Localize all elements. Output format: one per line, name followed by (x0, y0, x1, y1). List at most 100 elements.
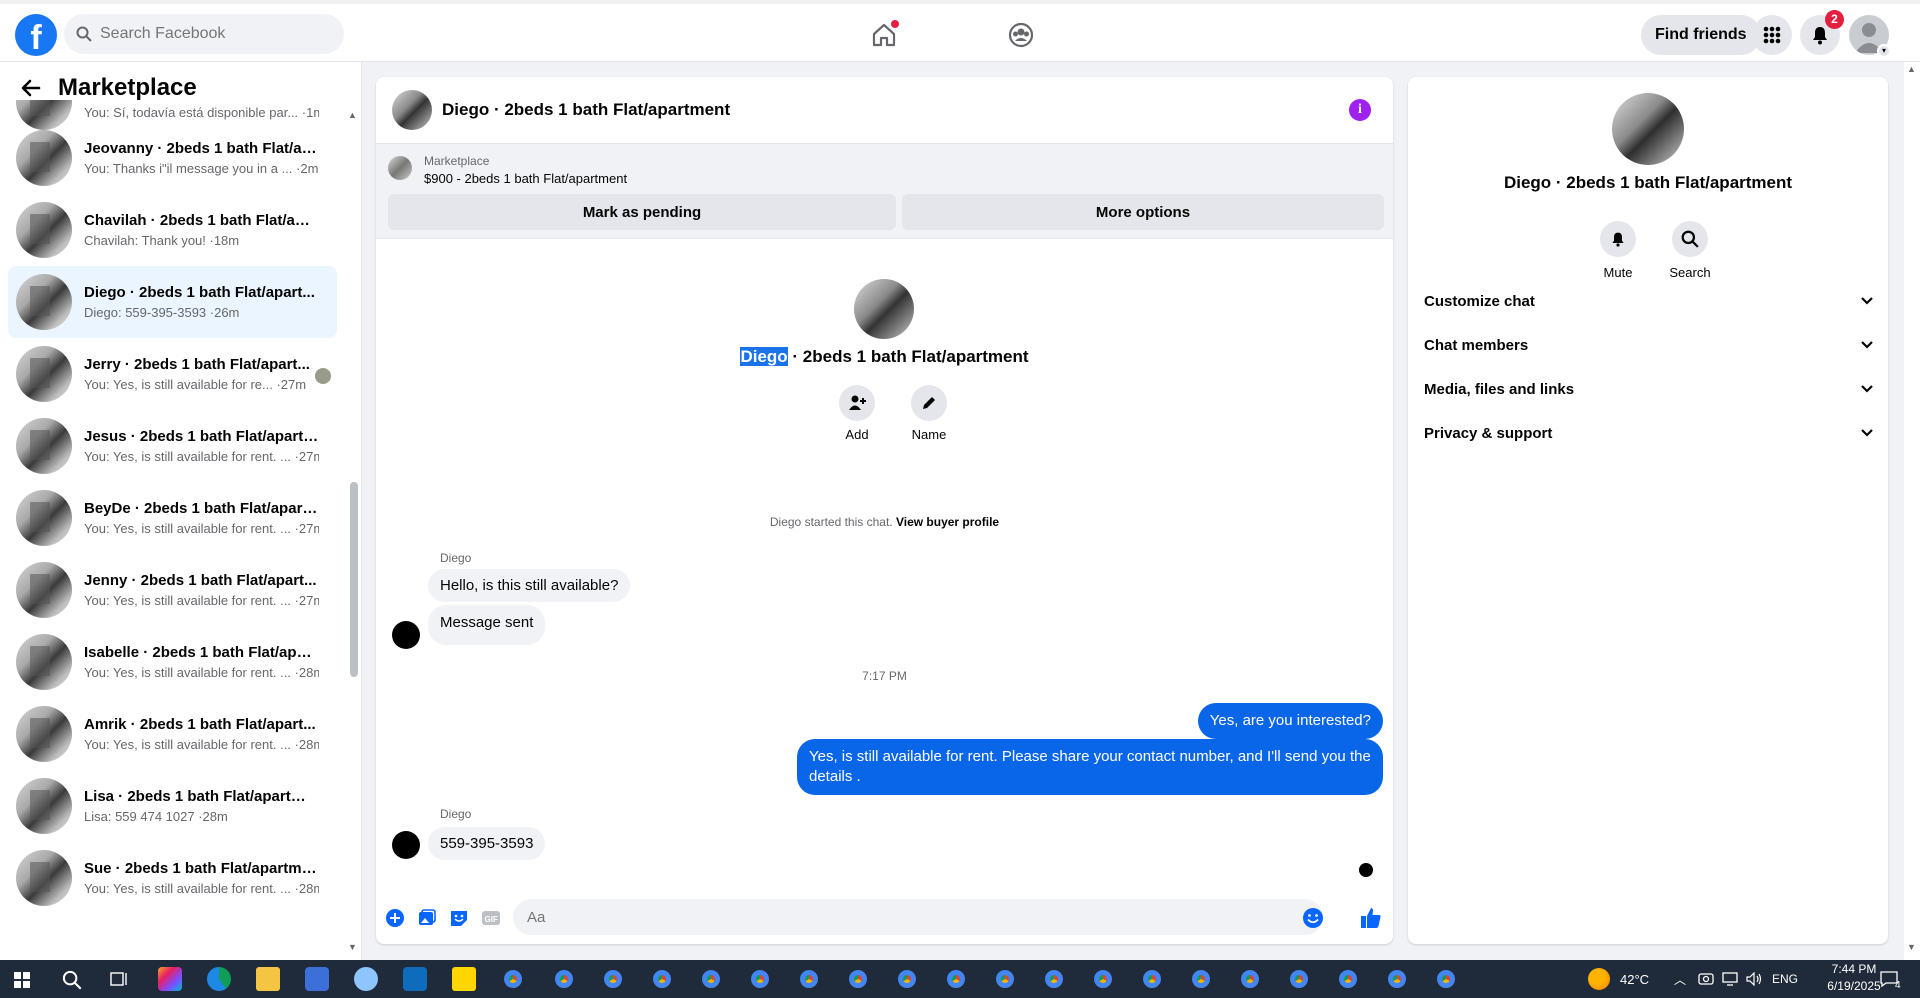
chrome-window-icon[interactable] (650, 967, 674, 991)
outgoing-message[interactable]: Yes, is still available for rent. Please… (797, 739, 1383, 795)
chrome-window-icon[interactable] (1042, 967, 1066, 991)
language-indicator[interactable]: ENG (1772, 972, 1798, 986)
mute-action[interactable]: Mute (1588, 221, 1648, 280)
scroll-up-arrow[interactable]: ▲ (1907, 64, 1916, 74)
notifications-button[interactable]: 2 (1800, 10, 1844, 55)
conversation-item[interactable]: Isabelle · 2beds 1 bath Flat/apart... You… (8, 626, 337, 698)
scroll-down-arrow[interactable]: ▼ (348, 942, 357, 952)
network-icon[interactable] (1722, 972, 1738, 986)
chrome-window-icon[interactable] (1140, 967, 1164, 991)
plus-icon[interactable] (384, 907, 406, 929)
home-icon[interactable] (867, 18, 901, 52)
mark-as-pending-button[interactable]: Mark as pending (388, 194, 896, 230)
menu-grid-button[interactable] (1752, 15, 1792, 55)
chrome-window-icon[interactable] (1385, 967, 1409, 991)
chrome-icon[interactable] (501, 967, 525, 991)
chevron-up-icon[interactable]: ︿ (1674, 971, 1686, 988)
conversation-item[interactable]: Jeovanny · 2beds 1 bath Flat/apa... You: … (8, 122, 337, 194)
view-buyer-profile-link[interactable]: View buyer profile (896, 515, 999, 529)
temperature[interactable]: 42°C (1620, 972, 1649, 987)
scroll-up-arrow[interactable]: ▲ (348, 110, 357, 120)
listing-source-label: Marketplace (424, 154, 490, 168)
conversation-item[interactable]: Diego · 2beds 1 bath Flat/apart... Diego:… (8, 266, 337, 338)
camera-icon[interactable] (1698, 972, 1714, 986)
back-arrow-icon[interactable] (20, 77, 42, 99)
incoming-message[interactable]: Hello, is this still available? (428, 569, 631, 602)
sender-avatar[interactable] (392, 621, 420, 649)
search-input[interactable] (100, 25, 320, 43)
message-input[interactable] (513, 899, 1323, 935)
emoji-icon[interactable] (1302, 907, 1324, 929)
page-scrollbar[interactable]: ▲ ▼ (1904, 62, 1920, 960)
search-in-chat-action[interactable]: Search (1660, 221, 1720, 280)
chat-header-avatar[interactable] (392, 90, 432, 130)
conversation-item[interactable]: Jerry · 2beds 1 bath Flat/apart... You: Y… (8, 338, 337, 410)
outgoing-message[interactable]: Yes, are you interested? (1197, 703, 1383, 739)
weather-app-icon[interactable] (354, 967, 378, 991)
conversation-item[interactable]: Jesus · 2beds 1 bath Flat/apartm... You: … (8, 410, 337, 482)
customize-chat-section[interactable]: Customize chat (1424, 283, 1874, 319)
seen-indicator (1359, 863, 1373, 877)
image-icon[interactable] (416, 907, 438, 929)
chrome-window-icon[interactable] (1434, 967, 1458, 991)
store-icon[interactable] (305, 967, 329, 991)
info-icon[interactable]: i (1349, 99, 1371, 121)
chrome-window-icon[interactable] (895, 967, 919, 991)
chrome-window-icon[interactable] (993, 967, 1017, 991)
chrome-window-icon[interactable] (797, 967, 821, 991)
chrome-window-icon[interactable] (1238, 967, 1262, 991)
privacy-support-section[interactable]: Privacy & support (1424, 415, 1874, 451)
file-explorer-icon[interactable] (256, 967, 280, 991)
sticky-notes-icon[interactable] (452, 967, 476, 991)
listing-thumbnail[interactable] (388, 156, 412, 180)
sender-avatar[interactable] (392, 831, 420, 859)
incoming-message[interactable]: Message sent (428, 605, 546, 645)
outlook-icon[interactable] (403, 967, 427, 991)
listing-price-title[interactable]: $900 - 2beds 1 bath Flat/apartment (424, 171, 627, 186)
chevron-down-icon[interactable]: ▾ (1877, 44, 1891, 58)
chrome-window-icon[interactable] (601, 967, 625, 991)
chrome-window-icon[interactable] (1091, 967, 1115, 991)
more-options-button[interactable]: More options (902, 194, 1384, 230)
volume-icon[interactable] (1746, 972, 1762, 986)
chrome-window-icon[interactable] (944, 967, 968, 991)
chrome-window-icon[interactable] (1287, 967, 1311, 991)
windows-start-icon[interactable] (14, 972, 30, 988)
incoming-message[interactable]: 559-395-3593 (428, 827, 546, 860)
name-chat-action[interactable]: Name (899, 385, 959, 442)
thumbs-up-icon[interactable] (1360, 907, 1382, 929)
conversation-item[interactable]: Lisa · 2beds 1 bath Flat/apartment Lisa: … (8, 770, 337, 842)
chrome-window-icon[interactable] (846, 967, 870, 991)
groups-icon[interactable] (1004, 18, 1038, 52)
chrome-window-icon[interactable] (552, 967, 576, 991)
conversation-item[interactable]: Chavilah · 2beds 1 bath Flat/apa... Chavi… (8, 194, 337, 266)
conversation-item[interactable]: BeyDe · 2beds 1 bath Flat/apart... You: Y… (8, 482, 337, 554)
search-box[interactable] (64, 14, 344, 54)
svg-text:GIF: GIF (485, 915, 498, 924)
sticker-icon[interactable] (448, 907, 470, 929)
chrome-window-icon[interactable] (1336, 967, 1360, 991)
chrome-window-icon[interactable] (748, 967, 772, 991)
chat-members-section[interactable]: Chat members (1424, 327, 1874, 363)
task-view-icon[interactable] (110, 971, 128, 987)
intro-avatar[interactable] (854, 279, 914, 339)
gif-icon[interactable]: GIF (480, 907, 502, 929)
section-label: Customize chat (1424, 292, 1535, 310)
search-icon[interactable] (62, 970, 82, 990)
facebook-logo[interactable]: f (15, 14, 57, 56)
scroll-down-arrow[interactable]: ▼ (1907, 942, 1916, 952)
sidebar-scrollbar[interactable] (350, 482, 358, 677)
add-people-action[interactable]: Add (827, 385, 887, 442)
conversation-item[interactable]: Amrik · 2beds 1 bath Flat/apart... You: Y… (8, 698, 337, 770)
weather-sun-icon[interactable] (1588, 968, 1610, 990)
info-panel-avatar[interactable] (1612, 93, 1684, 165)
chrome-window-icon[interactable] (1189, 967, 1213, 991)
copilot-icon[interactable] (158, 967, 182, 991)
chat-header-title[interactable]: Diego · 2beds 1 bath Flat/apartment (442, 100, 730, 120)
media-files-links-section[interactable]: Media, files and links (1424, 371, 1874, 407)
conversation-item[interactable]: Sue · 2beds 1 bath Flat/apartment You: Ye… (8, 842, 337, 914)
edge-icon[interactable] (207, 967, 231, 991)
find-friends-button[interactable]: Find friends (1641, 15, 1761, 55)
conversation-item[interactable]: Jenny · 2beds 1 bath Flat/apart... You: Y… (8, 554, 337, 626)
chrome-window-icon[interactable] (699, 967, 723, 991)
